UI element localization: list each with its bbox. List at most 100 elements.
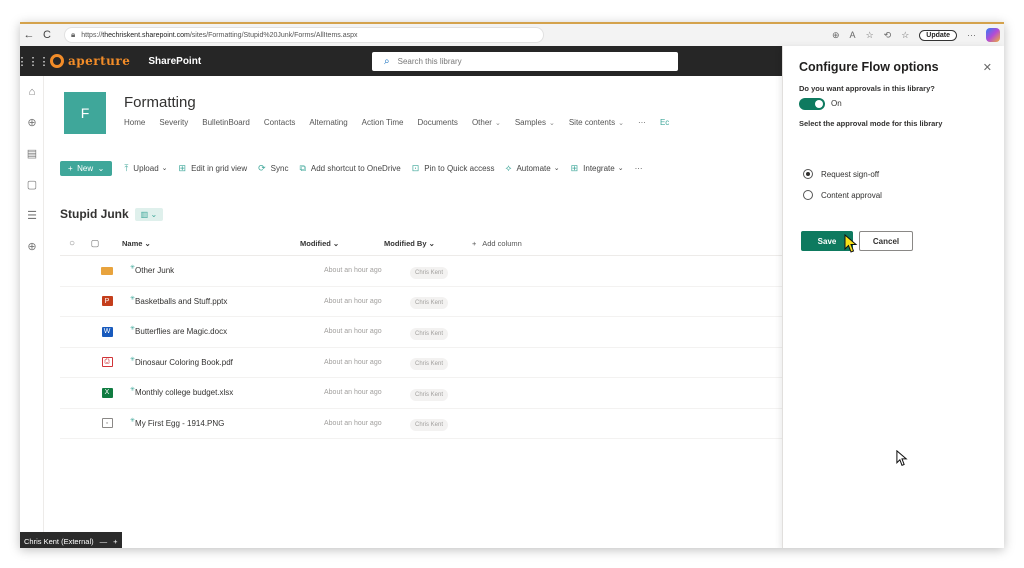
search-input[interactable]: ⌕ Search this library <box>372 52 678 71</box>
table-row[interactable]: X ✳Monthly college budget.xlsx About an ho… <box>60 378 782 409</box>
table-row[interactable]: ✳Other Junk About an hour ago Chris Kent <box>60 256 782 287</box>
app-launcher-icon[interactable]: ⋮⋮⋮ <box>20 46 50 76</box>
modified-by-cell: Chris Kent <box>410 296 449 310</box>
file-type-cell: W <box>84 326 130 337</box>
brand-logo[interactable]: aperture <box>50 54 130 68</box>
nav-item[interactable]: ··· <box>638 118 646 127</box>
favorites-icon[interactable]: ☆ <box>901 30 909 41</box>
automate-button[interactable]: ⟡ Automate ⌄ <box>506 163 560 174</box>
new-label: New <box>77 163 94 173</box>
upload-button[interactable]: ⤒ Upload ⌄ <box>124 163 167 174</box>
approval-mode-question: Select the approval mode for this librar… <box>799 119 943 128</box>
person-pill[interactable]: Chris Kent <box>410 266 449 279</box>
nav-item-label: Other <box>471 118 492 127</box>
add-column-label: Add column <box>482 239 522 248</box>
radio-request-sign-off[interactable]: Request sign-off <box>803 169 879 179</box>
upload-icon: ⤒ <box>124 162 129 173</box>
nav-item[interactable]: Contacts <box>264 118 296 127</box>
user-status: Chris Kent (External) <box>24 536 94 546</box>
new-item-icon: ✳ <box>130 356 136 363</box>
approvals-toggle[interactable] <box>799 98 825 110</box>
person-pill[interactable]: Chris Kent <box>410 388 449 401</box>
lists-icon[interactable]: ☰ <box>20 200 44 231</box>
files-icon[interactable]: ▢ <box>20 169 44 200</box>
file-name-link[interactable]: ✳Basketballs and Stuff.pptx <box>130 296 324 306</box>
create-icon[interactable]: ⊕ <box>20 231 44 262</box>
nav-item[interactable]: Other ⌄ <box>472 118 501 127</box>
cancel-button[interactable]: Cancel <box>859 231 913 251</box>
column-modified-by[interactable]: Modified By ⌄ <box>384 239 472 248</box>
command-bar: + New ⌄ ⤒ Upload ⌄ ⊞ Edit in grid view ⟳ Syn… <box>44 154 782 182</box>
nav-item[interactable]: Samples ⌄ <box>515 118 555 127</box>
more-icon[interactable]: ··· <box>967 30 976 40</box>
back-icon[interactable]: ← <box>20 26 38 44</box>
favorite-star-icon[interactable]: ☆ <box>866 30 874 41</box>
nav-item[interactable]: Ec <box>660 118 669 127</box>
url-host: thechriskent.sharepoint.com <box>102 31 190 39</box>
radio-selected-icon <box>803 169 813 179</box>
column-name[interactable]: Name ⌄ <box>106 239 300 248</box>
table-row[interactable]: P ✳Basketballs and Stuff.pptx About an hou… <box>60 287 782 317</box>
minimize-icon[interactable]: — <box>100 537 108 546</box>
app-name[interactable]: SharePoint <box>148 56 201 67</box>
person-pill[interactable]: Chris Kent <box>410 327 449 340</box>
nav-item[interactable]: Alternating <box>309 118 347 127</box>
new-button[interactable]: + New ⌄ <box>60 160 113 176</box>
person-pill[interactable]: Chris Kent <box>410 297 449 310</box>
refresh-icon[interactable]: C <box>38 26 56 44</box>
pin-button[interactable]: ⊡ Pin to Quick access <box>412 163 495 174</box>
view-switcher[interactable]: ▥ ⌄ <box>134 207 164 221</box>
site-header: F Formatting Home Severity BulletinBoard Co… <box>44 76 782 154</box>
globe-icon[interactable]: ⊕ <box>20 107 44 138</box>
file-name-link[interactable]: ✳Monthly college budget.xlsx <box>130 387 324 397</box>
copilot-icon[interactable] <box>986 28 1000 42</box>
browser-actions: ⊕ A ☆ ⟲ ☆ Update ··· <box>832 26 1000 44</box>
site-navigation: Home Severity BulletinBoard Contacts Alterna… <box>124 118 683 127</box>
add-column-button[interactable]: + Add column <box>472 239 522 248</box>
edit-grid-button[interactable]: ⊞ Edit in grid view <box>179 163 248 174</box>
home-icon[interactable]: ⌂ <box>20 76 44 107</box>
address-bar[interactable]: 🔒︎ https://thechriskent.sharepoint.com/s… <box>64 27 544 43</box>
select-all-checkbox[interactable]: ○ <box>60 238 84 249</box>
person-pill[interactable]: Chris Kent <box>410 419 449 432</box>
integrate-button[interactable]: ⊞ Integrate ⌄ <box>571 163 624 174</box>
extensions-icon[interactable]: ⟲ <box>884 30 892 41</box>
toggle-knob <box>815 100 823 108</box>
file-name-link[interactable]: ✳My First Egg - 1914.PNG <box>130 418 324 428</box>
news-icon[interactable]: ▤ <box>20 138 44 169</box>
sync-button[interactable]: ⟳ Sync <box>258 163 288 174</box>
nav-item-label: ··· <box>637 118 646 127</box>
table-row[interactable]: W ✳Butterflies are Magic.docx About an hou… <box>60 317 782 348</box>
nav-item[interactable]: Home <box>124 118 145 127</box>
brand-name: aperture <box>68 54 131 68</box>
more-commands-button[interactable]: ··· <box>635 164 643 173</box>
file-name-link[interactable]: ✳Dinosaur Coloring Book.pdf <box>130 356 324 367</box>
nav-item[interactable]: Action Time <box>362 118 404 127</box>
table-row[interactable]: ⎙ ✳Dinosaur Coloring Book.pdf About an hou… <box>60 348 782 378</box>
read-aloud-icon[interactable]: A <box>850 30 856 40</box>
png-file-icon: ▫ <box>101 418 113 429</box>
plus-icon[interactable]: + <box>113 537 117 546</box>
file-name-link[interactable]: ✳Other Junk <box>130 265 324 275</box>
approvals-question: Do you want approvals in this library? <box>799 84 935 93</box>
table-row[interactable]: ▫ ✳My First Egg - 1914.PNG About an hour a… <box>60 409 782 439</box>
add-shortcut-button[interactable]: ⧉ Add shortcut to OneDrive <box>299 163 400 174</box>
site-title[interactable]: Formatting <box>124 94 196 111</box>
radio-content-approval[interactable]: Content approval <box>803 190 882 200</box>
file-type-icon[interactable]: ▢ <box>84 238 106 249</box>
zoom-icon[interactable]: ⊕ <box>832 30 840 41</box>
nav-item[interactable]: BulletinBoard <box>202 118 250 127</box>
file-name-link[interactable]: ✳Butterflies are Magic.docx <box>130 326 324 336</box>
pin-icon: ⊡ <box>411 162 420 173</box>
nav-item[interactable]: Severity <box>159 118 188 127</box>
column-modified[interactable]: Modified ⌄ <box>300 239 384 248</box>
update-button[interactable]: Update <box>919 29 957 41</box>
site-logo[interactable]: F <box>64 92 106 134</box>
nav-item-label: Contacts <box>263 118 296 127</box>
chevron-down-icon: ⌄ <box>161 165 168 172</box>
nav-item[interactable]: Site contents ⌄ <box>569 118 624 127</box>
close-icon[interactable]: ✕ <box>983 61 992 74</box>
nav-item[interactable]: Documents <box>417 118 457 127</box>
arrow-cursor-icon <box>896 450 908 466</box>
person-pill[interactable]: Chris Kent <box>410 358 449 371</box>
